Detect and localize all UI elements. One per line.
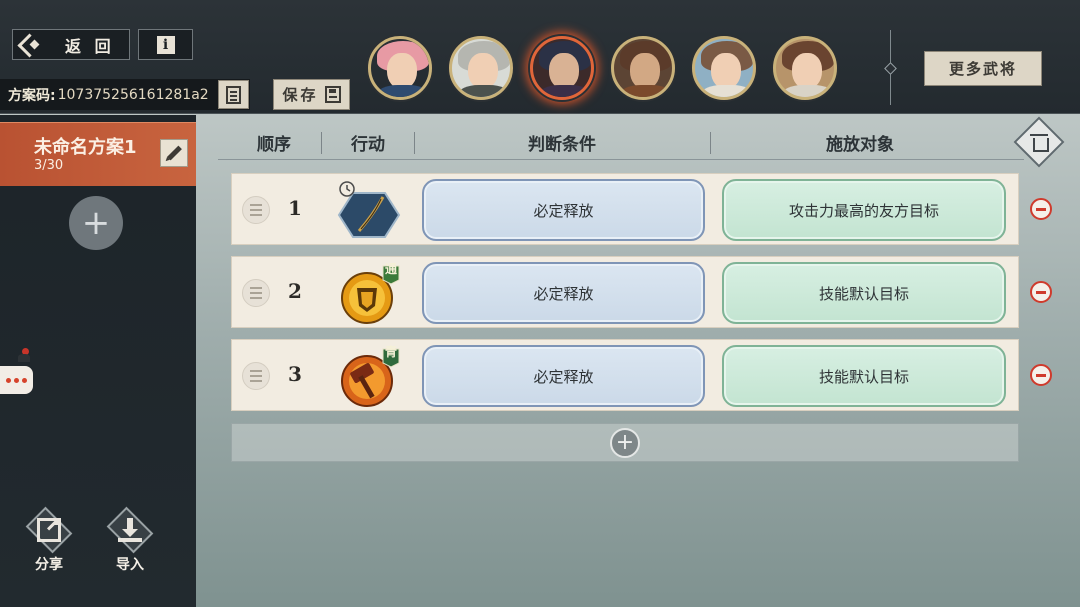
header-action: 行动 — [351, 135, 385, 155]
plan-code-label: 方案码: — [8, 87, 56, 104]
back-button[interactable]: 返 回 — [12, 29, 130, 60]
hero-face — [711, 53, 741, 89]
table-row: 2 通 必定释放 技能默认目标 — [231, 256, 1019, 328]
info-button[interactable]: i — [138, 29, 193, 60]
table-row: 1 必定释放 攻击力最高的友方目标 — [231, 173, 1019, 245]
drag-handle-icon[interactable] — [242, 362, 270, 390]
back-label: 返 回 — [65, 36, 115, 56]
plan-name: 未命名方案1 — [34, 137, 137, 158]
chat-dot — [22, 377, 27, 383]
header-target: 施放对象 — [826, 135, 894, 155]
header-order: 顺序 — [257, 135, 291, 155]
hero-portrait-3[interactable] — [530, 36, 594, 100]
target-selector[interactable]: 攻击力最高的友方目标 — [722, 179, 1006, 241]
drag-handle-icon[interactable] — [242, 196, 270, 224]
add-row-button[interactable]: + — [231, 423, 1019, 462]
remove-row-button[interactable] — [1030, 281, 1052, 303]
hero-portrait-5[interactable] — [692, 36, 756, 100]
back-arrow-icon — [15, 30, 45, 60]
condition-selector[interactable]: 必定释放 — [422, 179, 705, 241]
remove-row-button[interactable] — [1030, 198, 1052, 220]
target-selector[interactable]: 技能默认目标 — [722, 262, 1006, 324]
row-order: 3 — [288, 362, 302, 386]
plan-count: 3/30 — [34, 158, 64, 173]
import-tray — [118, 538, 142, 542]
table-row: 3 青 必定释放 技能默认目标 — [231, 339, 1019, 411]
share-button[interactable]: 分享 — [20, 506, 78, 573]
skill-badge: 青 — [385, 345, 398, 359]
hero-face — [630, 53, 660, 89]
minus-icon — [1036, 373, 1046, 377]
edit-plan-button[interactable] — [160, 139, 188, 167]
target-selector[interactable]: 技能默认目标 — [722, 345, 1006, 407]
import-button[interactable]: 导入 — [101, 506, 159, 573]
hero-portrait-6[interactable] — [773, 36, 837, 100]
row-order: 1 — [288, 196, 302, 220]
plan-code-bar: 方案码: 107375256161281a2 — [0, 79, 250, 110]
chat-avatar-icon — [18, 348, 30, 362]
hero-face — [387, 53, 417, 89]
hero-portrait-1[interactable] — [368, 36, 432, 100]
add-plan-button[interactable]: + — [69, 196, 123, 250]
share-frame — [25, 506, 73, 554]
share-icon — [37, 518, 61, 542]
document-icon — [226, 85, 241, 104]
header-separator — [414, 132, 415, 154]
info-icon: i — [156, 35, 175, 54]
plan-code-value: 107375256161281a2 — [57, 86, 209, 103]
share-label: 分享 — [35, 557, 63, 573]
minus-icon — [1036, 207, 1046, 211]
save-button[interactable]: 保存 — [273, 79, 350, 110]
condition-selector[interactable]: 必定释放 — [422, 345, 705, 407]
hero-face — [468, 53, 498, 89]
import-label: 导入 — [116, 557, 144, 573]
drag-handle-icon[interactable] — [242, 279, 270, 307]
condition-selector[interactable]: 必定释放 — [422, 262, 705, 324]
header-separator — [710, 132, 711, 154]
plus-icon: + — [610, 427, 640, 458]
chat-bubble-button[interactable] — [0, 366, 33, 394]
chat-dot — [6, 377, 11, 383]
save-label: 保存 — [282, 86, 319, 104]
more-heroes-button[interactable]: 更多武将 — [924, 51, 1042, 86]
import-icon — [118, 518, 142, 542]
table-header: 顺序 行动 判断条件 施放对象 — [218, 124, 1024, 160]
hero-face — [792, 53, 822, 89]
import-frame — [106, 506, 154, 554]
remove-row-button[interactable] — [1030, 364, 1052, 386]
hero-face — [549, 53, 579, 89]
trash-icon — [1032, 134, 1046, 150]
header-condition: 判断条件 — [528, 135, 596, 155]
save-disk-icon — [324, 86, 341, 103]
hero-portrait-2[interactable] — [449, 36, 513, 100]
skill-badge: 通 — [385, 262, 398, 276]
minus-icon — [1036, 290, 1046, 294]
chat-dot — [14, 377, 19, 383]
hero-portrait-4[interactable] — [611, 36, 675, 100]
weapon-skill-icon[interactable] — [337, 179, 401, 241]
row-order: 2 — [288, 279, 302, 303]
header-separator — [321, 132, 322, 154]
copy-code-button[interactable] — [218, 80, 249, 109]
pencil-icon — [166, 145, 182, 161]
